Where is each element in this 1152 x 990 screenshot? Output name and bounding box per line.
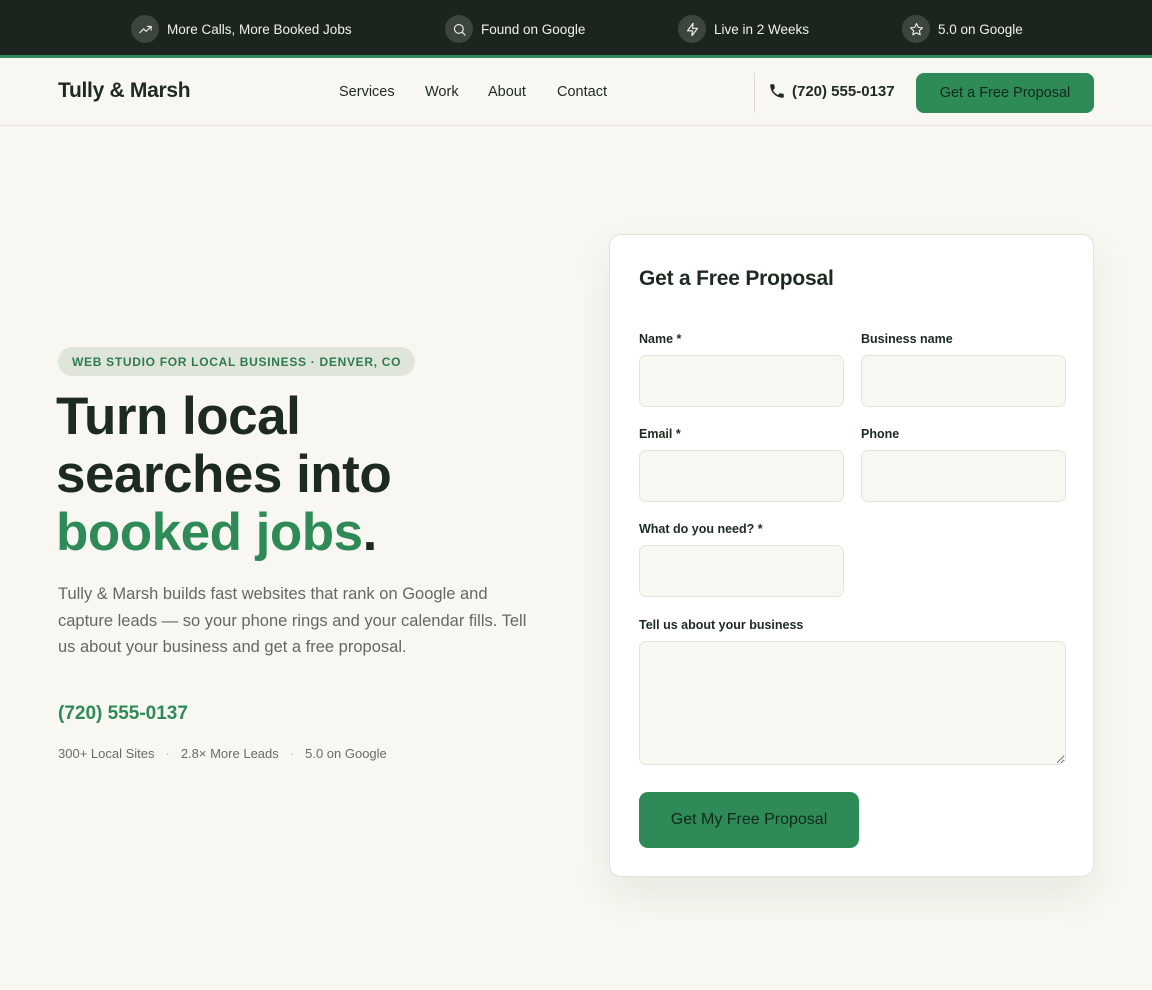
headline-line-2: searches into xyxy=(56,445,392,504)
stat-separator: · xyxy=(165,746,170,761)
business-name-input[interactable] xyxy=(861,355,1066,407)
nav-phone-link[interactable]: (720) 555-0137 xyxy=(768,82,895,100)
name-label: Name * xyxy=(639,332,682,346)
headline-period: . xyxy=(362,503,378,562)
site-logo[interactable]: Tully & Marsh xyxy=(58,79,191,103)
stat-separator: · xyxy=(289,746,295,761)
get-my-free-proposal-button[interactable]: Get My Free Proposal xyxy=(639,792,859,848)
topbar-label: More Calls, More Booked Jobs xyxy=(167,21,352,37)
email-label: Email * xyxy=(639,427,681,441)
email-input[interactable] xyxy=(639,450,844,502)
topbar-label: Found on Google xyxy=(481,21,586,37)
business-details-label: Tell us about your business xyxy=(639,618,804,632)
need-input[interactable] xyxy=(639,545,844,597)
form-title: Get a Free Proposal xyxy=(639,267,834,290)
phone-label: Phone xyxy=(861,427,900,441)
nav-link-contact[interactable]: Contact xyxy=(557,84,607,100)
proposal-form-card: Get a Free Proposal Name * Business name… xyxy=(609,234,1094,877)
get-free-proposal-button[interactable]: Get a Free Proposal xyxy=(916,73,1094,113)
search-icon xyxy=(445,15,473,43)
eyebrow-badge: WEB STUDIO FOR LOCAL BUSINESS · DENVER, … xyxy=(58,347,416,376)
phone-icon xyxy=(770,84,784,98)
nav-link-about[interactable]: About xyxy=(488,84,526,100)
hero-phone-link[interactable]: (720) 555-0137 xyxy=(58,703,188,725)
lightning-icon xyxy=(678,15,706,43)
star-icon xyxy=(902,15,930,43)
topbar-item-live: Live in 2 Weeks xyxy=(678,15,809,43)
top-announcement-bar: More Calls, More Booked Jobs Found on Go… xyxy=(0,0,1152,58)
headline-line-1: Turn local xyxy=(56,387,301,446)
hero-stats: 300+ Local Sites · 2.8× More Leads · 5.0… xyxy=(58,746,387,761)
headline-accent: booked jobs xyxy=(56,503,363,562)
topbar-item-rating: 5.0 on Google xyxy=(902,15,1023,43)
stat-sites: 300+ Local Sites xyxy=(58,746,155,761)
name-input[interactable] xyxy=(639,355,844,407)
trending-up-icon xyxy=(131,15,159,43)
nav-link-work[interactable]: Work xyxy=(425,84,459,100)
business-details-textarea[interactable] xyxy=(639,641,1066,765)
topbar-item-calls: More Calls, More Booked Jobs xyxy=(131,15,352,43)
hero-headline: Turn local searches into booked jobs. xyxy=(56,388,576,562)
hero-description: Tully & Marsh builds fast websites that … xyxy=(58,585,527,656)
topbar-label: Live in 2 Weeks xyxy=(714,21,810,37)
main-navigation: Tully & Marsh Services Work About Contac… xyxy=(0,61,1152,126)
nav-phone-number: (720) 555-0137 xyxy=(792,82,895,100)
topbar-item-google: Found on Google xyxy=(445,15,585,43)
stat-leads: 2.8× More Leads xyxy=(180,746,279,761)
stat-rating: 5.0 on Google xyxy=(305,746,387,761)
phone-input[interactable] xyxy=(861,450,1066,502)
need-label: What do you need? * xyxy=(639,522,763,536)
nav-link-services[interactable]: Services xyxy=(339,84,395,100)
nav-divider xyxy=(754,73,755,113)
business-name-label: Business name xyxy=(861,332,953,346)
topbar-label: 5.0 on Google xyxy=(938,21,1023,37)
